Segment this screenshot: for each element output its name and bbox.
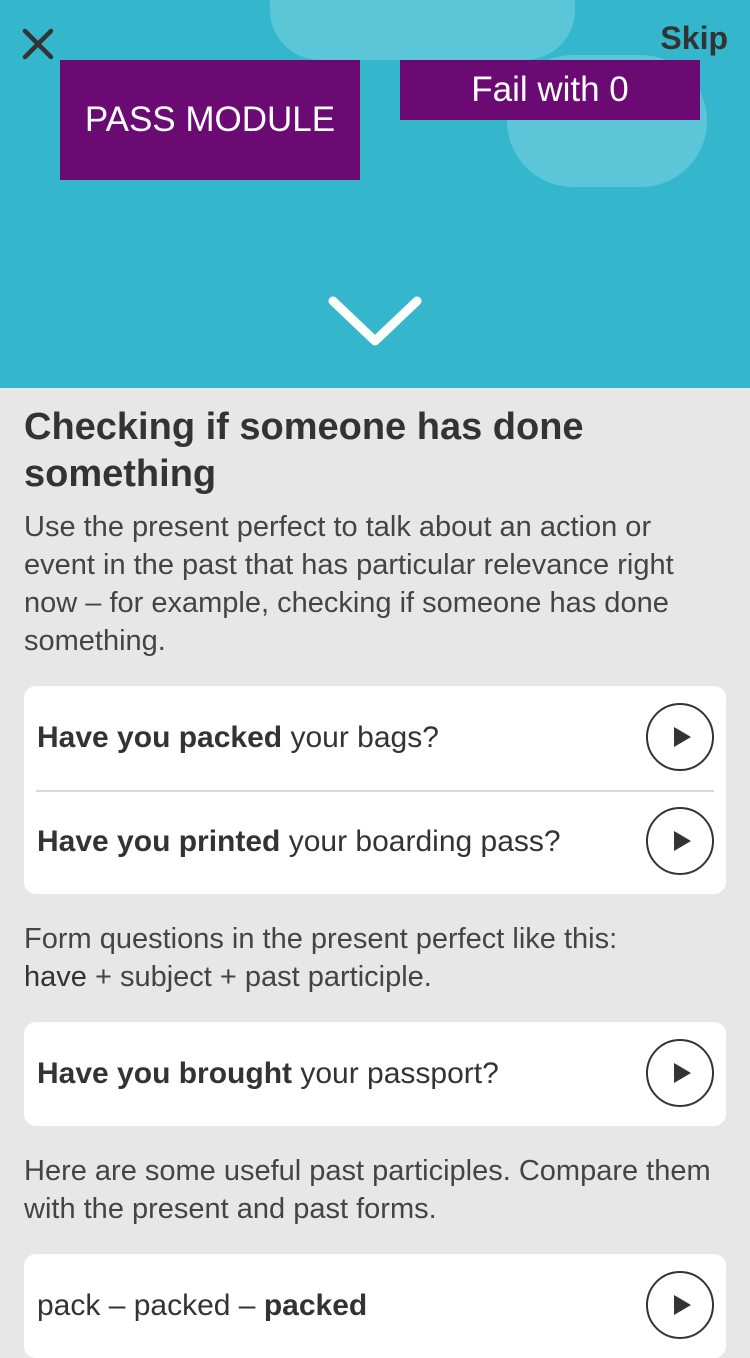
play-audio-button[interactable] (646, 807, 714, 875)
example-card: Have you brought your passport? (24, 1022, 726, 1126)
example-sentence: Have you packed your bags? (37, 721, 439, 754)
example-row: Have you packed your bags? (24, 686, 726, 790)
play-audio-button[interactable] (646, 703, 714, 771)
play-audio-button[interactable] (646, 1271, 714, 1339)
lesson-header: Skip PASS MODULE Fail with 0 (0, 0, 750, 388)
lesson-intro: Use the present perfect to talk about an… (24, 511, 674, 657)
verb-forms: pack – packed – packed (37, 1289, 368, 1322)
pass-module-button[interactable]: PASS MODULE (60, 60, 360, 180)
lesson-title: Checking if someone has done something (24, 406, 584, 495)
lesson-content: Checking if someone has done something U… (24, 404, 726, 1358)
example-row: Have you brought your passport? (24, 1022, 726, 1126)
chevron-down-icon[interactable] (327, 295, 423, 351)
close-icon[interactable] (20, 26, 56, 62)
form-explanation: Form questions in the present perfect li… (24, 923, 618, 993)
play-icon (674, 727, 691, 747)
example-sentence: Have you brought your passport? (37, 1057, 499, 1090)
example-row: Have you printed your boarding pass? (24, 790, 726, 894)
play-icon (674, 1063, 691, 1083)
cloud-decoration (270, 0, 575, 60)
play-icon (674, 831, 691, 851)
example-card: pack – packed – packed (24, 1254, 726, 1358)
example-card: Have you packed your bags? Have you prin… (24, 686, 726, 894)
formula-have: have (24, 961, 87, 993)
play-audio-button[interactable] (646, 1039, 714, 1107)
example-row: pack – packed – packed (24, 1254, 726, 1358)
play-icon (674, 1295, 691, 1315)
fail-with-zero-button[interactable]: Fail with 0 (400, 60, 700, 120)
participles-explanation: Here are some useful past participles. C… (24, 1155, 711, 1225)
example-sentence: Have you printed your boarding pass? (37, 825, 561, 858)
skip-button[interactable]: Skip (660, 20, 728, 57)
